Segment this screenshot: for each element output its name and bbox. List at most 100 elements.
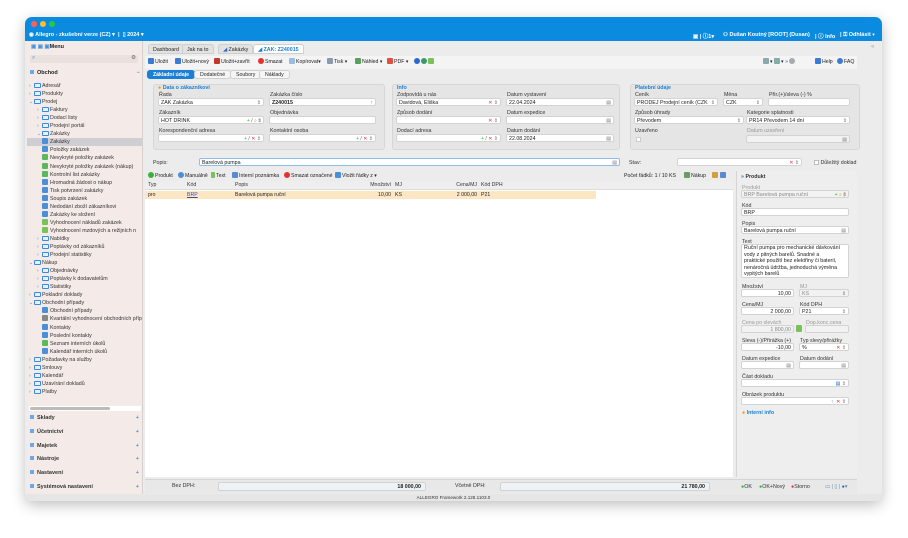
sidebar-item[interactable]: Tisk potvrzení zakázky bbox=[27, 186, 142, 195]
sidebar-item[interactable]: Zakázky bbox=[27, 138, 142, 147]
sidebar-item[interactable]: Nevykryté položky zakázek bbox=[27, 154, 142, 162]
col-dph[interactable]: Kód DPH bbox=[481, 181, 503, 190]
tab-zakazky[interactable]: ◢ Zakázky bbox=[218, 44, 254, 54]
sidebar-item[interactable]: Vyhodnocení mzdových a režijních n bbox=[27, 226, 142, 235]
cenik-select[interactable]: PRODEJ Prodejní ceník (CZK ⇕ bbox=[634, 98, 718, 106]
tab-order-detail[interactable]: ◢ ZAK: Z240015 bbox=[253, 44, 304, 54]
sidebar-item[interactable]: › Nabídky bbox=[27, 235, 142, 243]
subtab-naklady[interactable]: Náklady bbox=[259, 70, 290, 79]
add-manual-button[interactable]: Manuálně bbox=[178, 172, 208, 181]
cast-select[interactable]: ▤ ⇕ bbox=[741, 379, 849, 387]
menu-icons[interactable]: ▣ ▣ ▣ bbox=[31, 44, 50, 50]
objednavka-input[interactable] bbox=[269, 116, 376, 124]
right-toolbar[interactable]: ▾ ▾ » bbox=[763, 58, 796, 67]
sidebar-item[interactable]: ⌄ Zakázky bbox=[27, 130, 142, 138]
interni-info-toggle[interactable]: ● Interní info bbox=[742, 410, 774, 416]
product-panel-title[interactable]: » Produkt bbox=[741, 174, 765, 180]
sidebar-item[interactable]: › Poptávky k dodavatelům bbox=[27, 275, 142, 283]
cancel-button[interactable]: ●Storno bbox=[791, 484, 810, 490]
menu-search-input[interactable]: ⌕ ⚙ bbox=[30, 55, 138, 63]
sidebar-item[interactable]: Kontakty bbox=[27, 323, 142, 332]
sidebar-item[interactable]: › Poptávky od zákazníků bbox=[27, 243, 142, 251]
expand-icon[interactable]: + bbox=[136, 440, 139, 452]
add-text-button[interactable]: Text bbox=[211, 172, 226, 181]
user-menu[interactable]: ⚇ Dušan Koutný [ROOT] (Dusan) bbox=[723, 32, 810, 38]
sidebar-item[interactable]: ⌄ Prodej bbox=[27, 98, 142, 106]
sidebar-item[interactable]: Nedodání zboží zákazníkovi bbox=[27, 202, 142, 211]
sidebar-section[interactable]: Nastavení + bbox=[30, 467, 142, 479]
expand-icon[interactable]: + bbox=[136, 412, 139, 424]
sidebar-item[interactable]: › Prodejní portál bbox=[27, 122, 142, 130]
sidebar-item[interactable]: › Dodací listy bbox=[27, 114, 142, 122]
save-button[interactable]: Uložit bbox=[148, 58, 168, 67]
sidebar-item[interactable]: › Adresář bbox=[27, 82, 142, 90]
sidebar-item[interactable]: › Prodejní statistiky bbox=[27, 251, 142, 259]
sidebar-item[interactable]: Kalendář interních úkolů bbox=[27, 347, 142, 356]
dexp-input[interactable]: ▤ bbox=[506, 116, 614, 124]
typ-slevy-select[interactable]: % ✕ ⇕ bbox=[799, 343, 849, 351]
col-cena[interactable]: Cena/MJ bbox=[435, 181, 477, 190]
expand-icon[interactable]: + bbox=[136, 426, 139, 438]
sidebar-section[interactable]: Majetek + bbox=[30, 440, 142, 452]
purchase-button[interactable]: Nákup bbox=[684, 172, 706, 181]
sidebar-item[interactable]: › Pokladní doklady bbox=[27, 291, 142, 299]
add-note-button[interactable]: Interní poznámka bbox=[232, 172, 279, 181]
sidebar-item[interactable]: Položky zakázek bbox=[27, 146, 142, 154]
uzavreno-checkbox[interactable] bbox=[636, 137, 641, 142]
save-close-button[interactable]: Uložit+zavřít bbox=[214, 58, 250, 67]
sidebar-item[interactable]: Hromadná žádost o nákup bbox=[27, 178, 142, 187]
insert-rows-button[interactable]: Vložit řádky z ▾ bbox=[335, 172, 377, 181]
splatnost-select[interactable]: PR14 Převodem 14 dní ⇕ bbox=[746, 116, 850, 124]
sidebar-section[interactable]: Nástroje + bbox=[30, 453, 142, 465]
mena-select[interactable]: CZK ⇕ bbox=[723, 98, 763, 106]
sidebar-item[interactable]: Kontrolní list zakázky bbox=[27, 170, 142, 179]
zpusob-select[interactable]: ✕ ⇕ bbox=[396, 116, 501, 124]
section-obchod[interactable]: Obchod − bbox=[30, 69, 140, 78]
info-link[interactable]: | ⓘ Info bbox=[815, 32, 835, 40]
cislo-input[interactable]: Z240015 ↑ bbox=[269, 98, 376, 106]
collapse-panel-icon[interactable]: « bbox=[871, 44, 874, 50]
sidebar-item[interactable]: Zakázky ke složení bbox=[27, 210, 142, 219]
logout-link[interactable]: | ⚿ Odhlásit ▾ bbox=[840, 32, 875, 39]
text-area[interactable]: Ruční pumpa pro mechanické dávkování vod… bbox=[741, 244, 849, 278]
sidebar-item[interactable]: Obchodní případy bbox=[27, 307, 142, 315]
subtab-soubory[interactable]: Soubory bbox=[230, 70, 262, 79]
produkt-select[interactable]: BRP Barelová pumpa ruční + ⌕ ⇕ bbox=[741, 190, 849, 198]
expand-icon[interactable]: + bbox=[136, 467, 139, 479]
print-button[interactable]: Tisk ▾ bbox=[327, 58, 347, 67]
sidebar-section[interactable]: Systémová nastavení + bbox=[30, 481, 142, 493]
tab-jak-na-to[interactable]: Jak na to bbox=[182, 44, 214, 54]
ok-button[interactable]: ●OK bbox=[741, 484, 752, 490]
col-mnozstvi[interactable]: Množství bbox=[355, 181, 391, 190]
sidebar-item[interactable]: ⌄ Obchodní případy bbox=[27, 299, 142, 307]
app-selector[interactable]: ◉ Allegro - zkušební verze (CZ) ▾ | ▯ 20… bbox=[29, 32, 144, 38]
dvyst-input[interactable]: 22.04.2024 ▤ bbox=[506, 98, 614, 106]
sidebar-item[interactable]: ⌄ Nákup bbox=[27, 259, 142, 267]
cena-input[interactable]: 2 000,00 bbox=[741, 307, 794, 315]
prir-input[interactable] bbox=[768, 98, 850, 106]
sidebar-item[interactable]: › Produkty bbox=[27, 90, 142, 98]
help-button[interactable]: Help bbox=[815, 58, 833, 67]
col-typ[interactable]: Typ bbox=[148, 181, 156, 190]
sidebar-item[interactable]: Kvartální vyhodnocení obchodních příp bbox=[27, 315, 142, 323]
year-selector[interactable]: 2024 bbox=[127, 32, 139, 38]
important-checkbox[interactable]: Důležitý doklad bbox=[814, 160, 856, 166]
cell-kod-link[interactable]: BRP bbox=[187, 191, 198, 199]
expand-icon[interactable]: + bbox=[136, 453, 139, 465]
close-window-button[interactable] bbox=[31, 21, 37, 27]
sidebar-item[interactable]: › Požadavky na služby bbox=[27, 356, 142, 364]
sidebar-item[interactable]: Vyhodnocení nákladů zakázek bbox=[27, 218, 142, 227]
pdf-button[interactable]: PDF ▾ bbox=[387, 58, 408, 67]
tab-dashboard[interactable]: Dashboard bbox=[148, 44, 184, 54]
sidebar-item[interactable]: › Kalendář bbox=[27, 372, 142, 380]
col-popis[interactable]: Popis bbox=[235, 181, 248, 190]
gear-icon[interactable]: ⚙ bbox=[131, 55, 136, 61]
kontakt-input[interactable]: + / ✕ ⇕ bbox=[269, 134, 376, 142]
extra-icons[interactable] bbox=[414, 58, 435, 67]
zakaznik-input[interactable]: HOT DRINK + / ⌕ ⇕ bbox=[158, 116, 264, 124]
globe-icon[interactable] bbox=[421, 58, 427, 64]
sidebar-item[interactable]: › Objednávky bbox=[27, 267, 142, 275]
sidebar-section[interactable]: Účetnictví + bbox=[30, 426, 142, 438]
save-new-button[interactable]: Uložit+nový bbox=[175, 58, 209, 67]
add-product-button[interactable]: Produkt bbox=[148, 172, 173, 181]
